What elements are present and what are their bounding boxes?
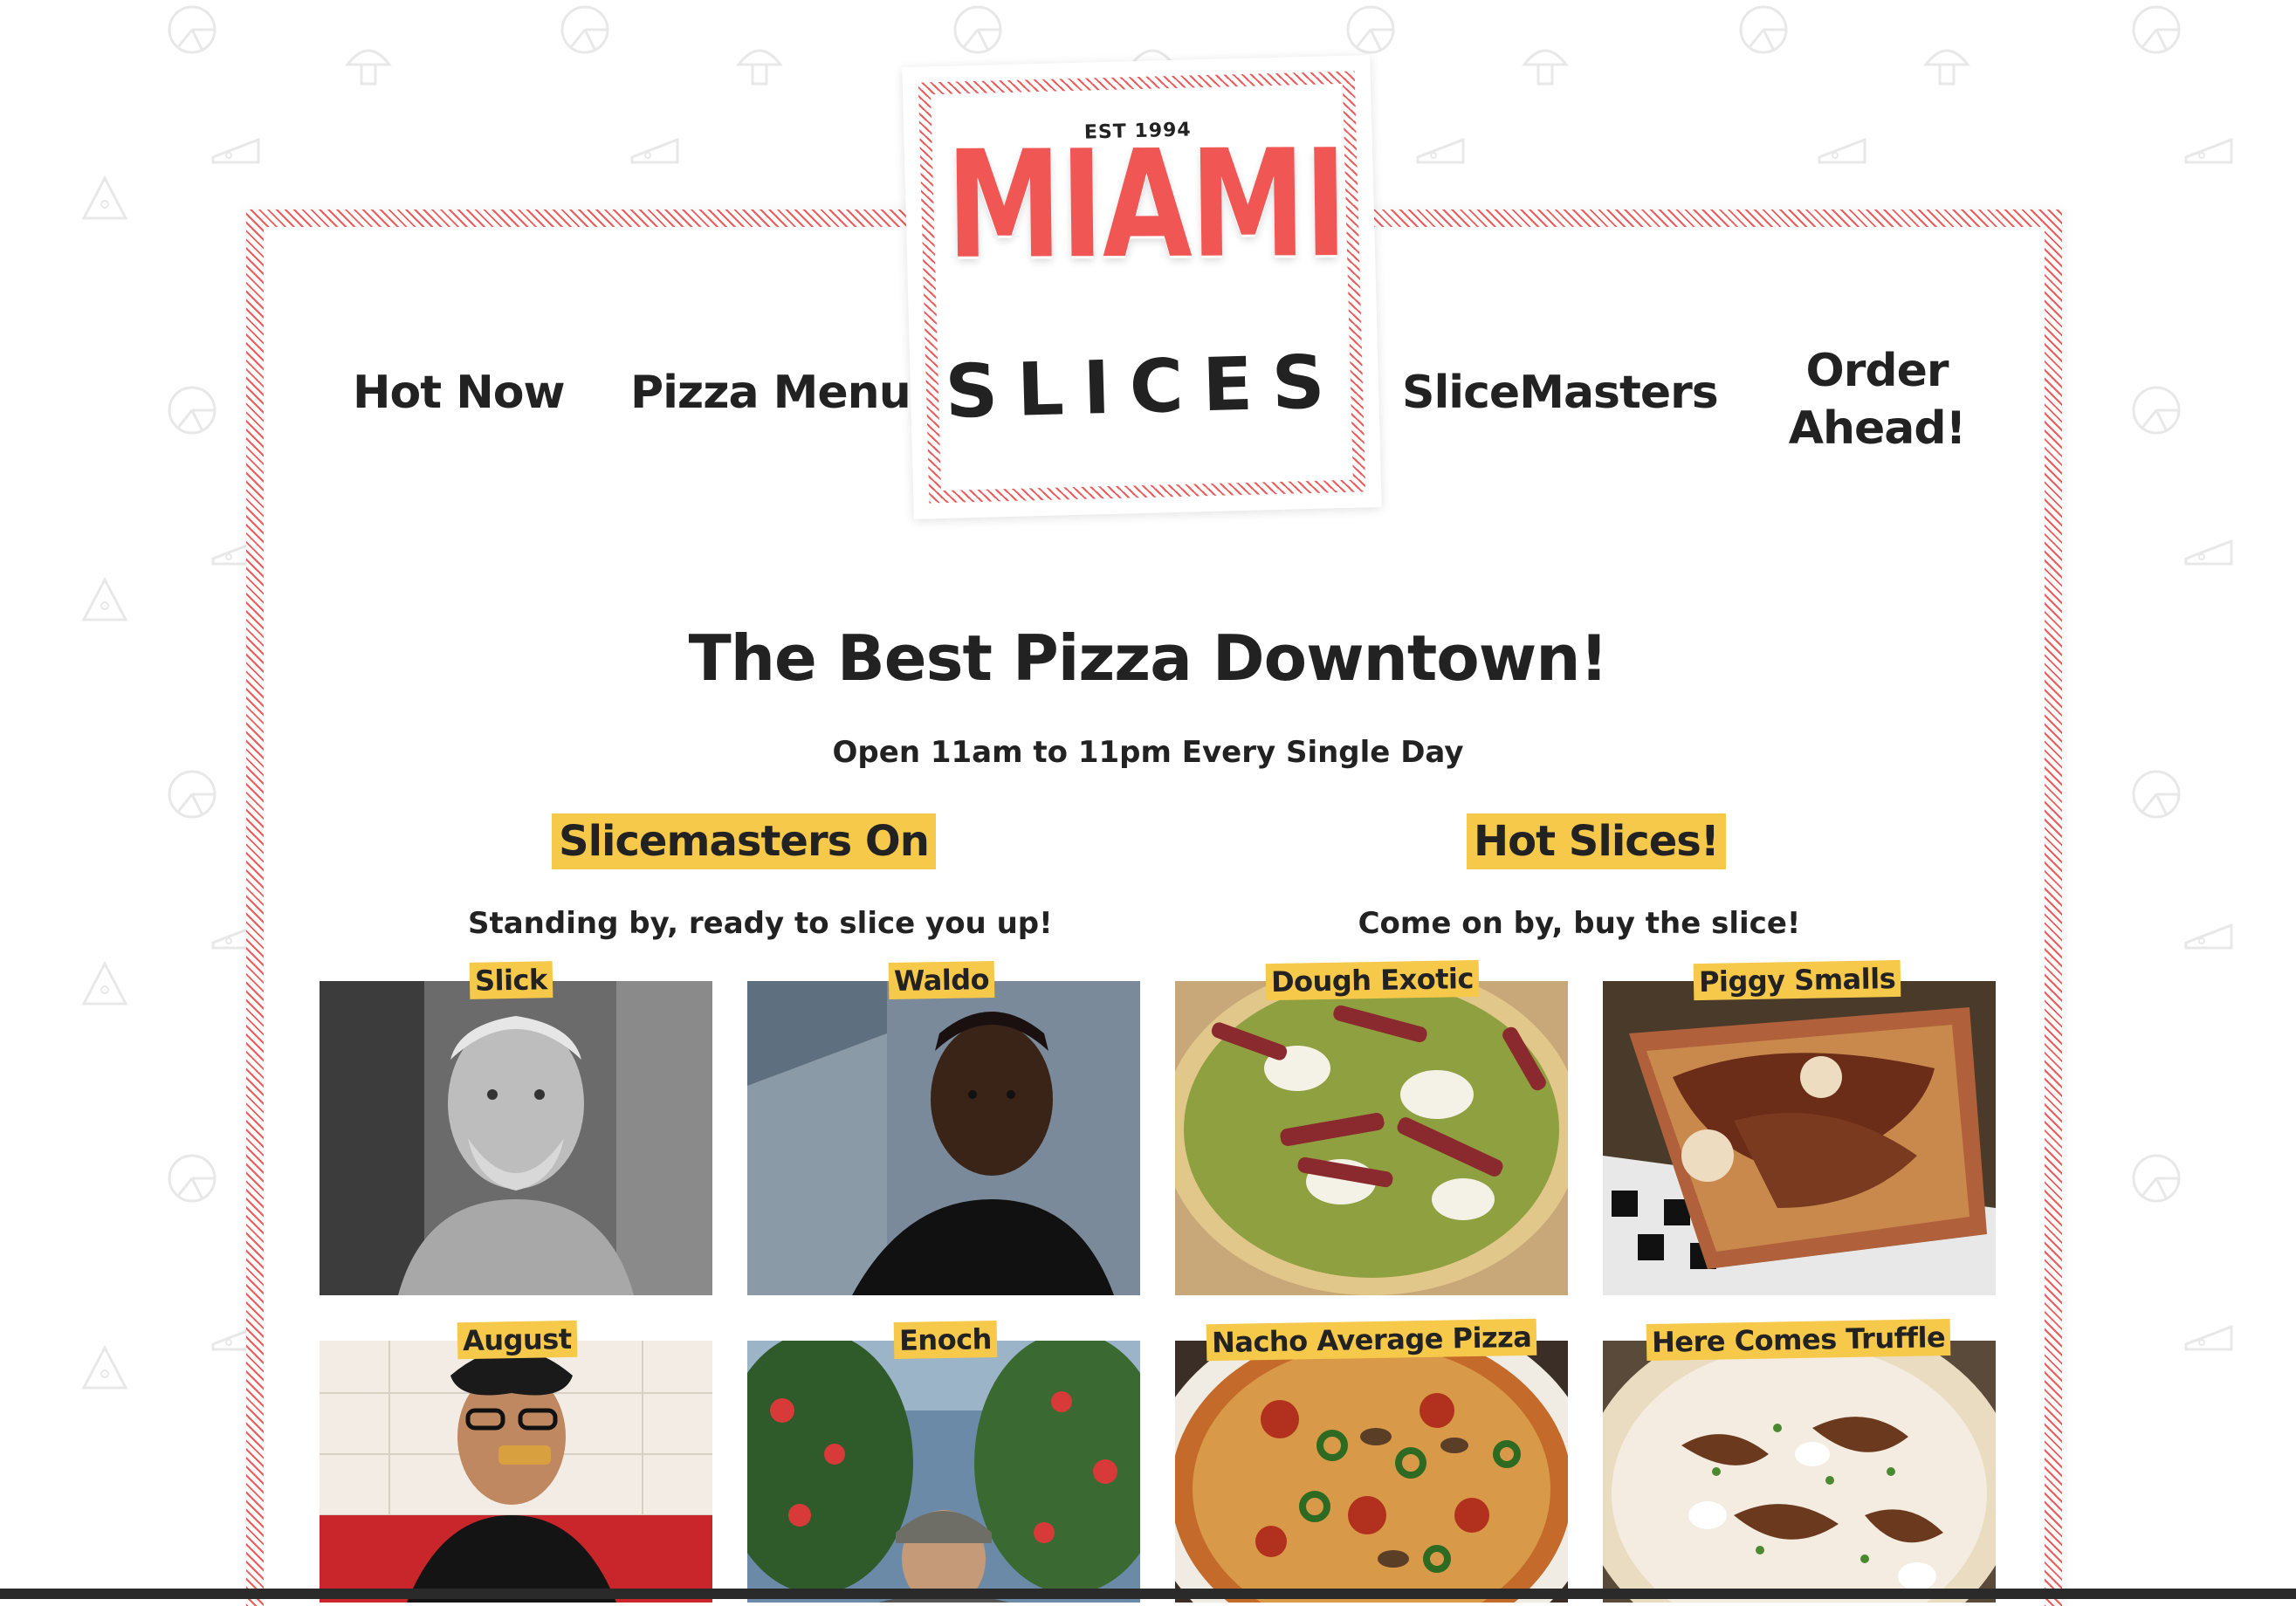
opening-hours: Open 11am to 11pm Every Single Day	[0, 735, 2296, 770]
site-logo[interactable]: EST 1994 MIAMI SLICES	[902, 55, 1381, 519]
logo-name-slices: SLICES	[910, 338, 1379, 436]
hot-slices-section-subtitle: Come on by, buy the slice!	[1174, 906, 1984, 941]
window-bottom-bar	[0, 1589, 2296, 1599]
logo-name-miami: MIAMI	[945, 130, 1336, 280]
slicemasters-section-title: Slicemasters On	[552, 813, 936, 869]
pizza-photo-dough-exotic[interactable]	[1175, 981, 1568, 1295]
slicemaster-name-label: August	[457, 1321, 577, 1359]
pizza-name-label: Piggy Smalls	[1694, 960, 1901, 1000]
nav-pizza-menu[interactable]: Pizza Menu	[630, 367, 911, 419]
page-title: The Best Pizza Downtown!	[0, 621, 2296, 695]
nav-hot-now[interactable]: Hot Now	[353, 367, 565, 419]
nav-order-ahead[interactable]: Order Ahead!	[1781, 342, 1973, 457]
pizza-photo-here-comes-truffle[interactable]	[1603, 1341, 1996, 1603]
slicemaster-name-label: Enoch	[894, 1321, 998, 1359]
hot-slices-section-title: Hot Slices!	[1467, 813, 1726, 869]
slicemaster-name-label: Waldo	[889, 961, 995, 999]
pizza-name-label: Nacho Average Pizza	[1206, 1319, 1537, 1362]
nav-order-ahead-line2: Ahead!	[1781, 400, 1973, 457]
slicemaster-photo-enoch[interactable]	[747, 1341, 1140, 1603]
pizza-name-label: Dough Exotic	[1266, 960, 1480, 1000]
nav-slicemasters[interactable]: SliceMasters	[1402, 367, 1718, 419]
pizza-photo-nacho-average[interactable]	[1175, 1341, 1568, 1603]
pizza-name-label: Here Comes Truffle	[1646, 1319, 1951, 1361]
pizza-photo-piggy-smalls[interactable]	[1603, 981, 1996, 1295]
slicemaster-photo-waldo[interactable]	[747, 981, 1140, 1295]
slicemaster-name-label: Slick	[470, 961, 553, 999]
slicemaster-photo-august[interactable]	[320, 1341, 712, 1603]
slicemaster-photo-slick[interactable]	[320, 981, 712, 1295]
nav-order-ahead-line1: Order	[1781, 342, 1973, 400]
